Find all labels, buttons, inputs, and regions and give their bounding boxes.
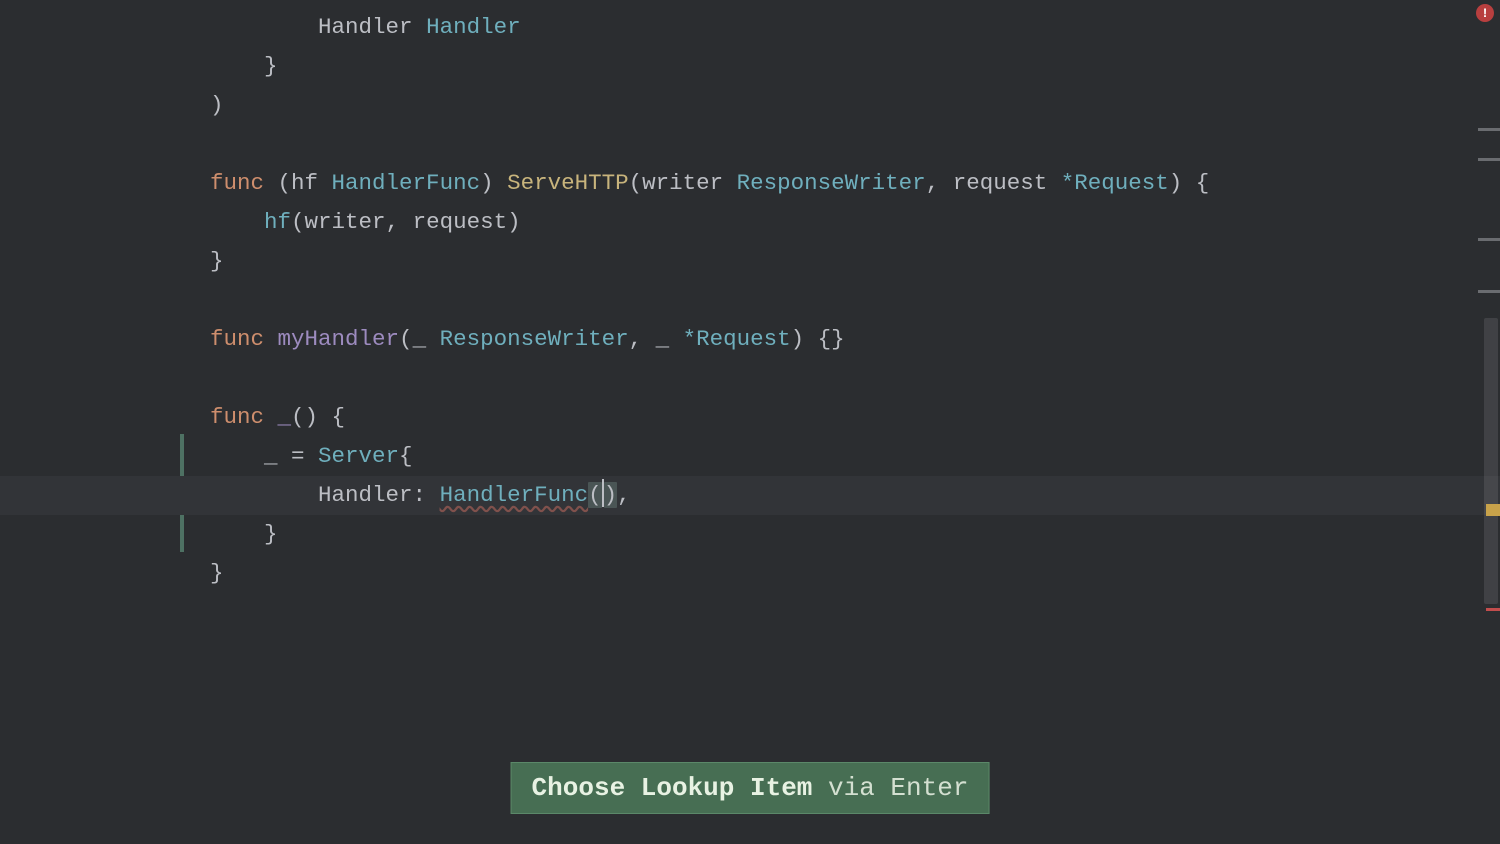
code-editor[interactable]: Handler Handler } ) func (hf HandlerFunc… (0, 0, 1500, 844)
method-name: ServeHTTP (507, 170, 629, 196)
paren: ) (210, 92, 224, 118)
receiver-name: hf (291, 170, 332, 196)
code-line: } (0, 515, 1500, 554)
comma: , (617, 482, 631, 508)
paren-matched: ) (604, 482, 618, 508)
code-line: ) (0, 86, 1500, 125)
indent (210, 14, 318, 40)
func-name: myHandler (278, 326, 400, 352)
keyword-func: func (210, 326, 278, 352)
code-line: } (0, 242, 1500, 281)
brace: { (399, 443, 413, 469)
code-line-cursor: Handler: HandlerFunc(), (0, 476, 1500, 515)
brace: } (210, 248, 224, 274)
overview-mark (1478, 128, 1500, 131)
code-line: func myHandler(_ ResponseWriter, _ *Requ… (0, 320, 1500, 359)
indent (210, 521, 264, 547)
comma: , (386, 209, 413, 235)
overview-mark (1478, 158, 1500, 161)
code-line-blank (0, 125, 1500, 164)
param-name: _ (413, 326, 440, 352)
code-line: } (0, 554, 1500, 593)
code-line: hf(writer, request) (0, 203, 1500, 242)
indent (210, 53, 264, 79)
paren: ( (291, 209, 305, 235)
paren-matched: ( (588, 482, 602, 508)
code-line: func (hf HandlerFunc) ServeHTTP(writer R… (0, 164, 1500, 203)
param-type: ResponseWriter (440, 326, 629, 352)
code-line: func _() { (0, 398, 1500, 437)
indent (210, 443, 264, 469)
param-type: *Request (1061, 170, 1169, 196)
indent (210, 482, 318, 508)
keyword-func: func (210, 404, 278, 430)
call-ref: hf (264, 209, 291, 235)
param-type: *Request (683, 326, 791, 352)
brace: ) { (1169, 170, 1210, 196)
field-name: Handler: (318, 482, 440, 508)
code-line-blank (0, 281, 1500, 320)
brace: } (210, 560, 224, 586)
param-name: request (953, 170, 1061, 196)
brace: ) {} (791, 326, 845, 352)
func-name: _ (278, 404, 292, 430)
paren: ) (480, 170, 507, 196)
paren: ( (629, 170, 643, 196)
code-line: _ = Server{ (0, 437, 1500, 476)
arg: writer (305, 209, 386, 235)
scrollbar-overview[interactable] (1476, 0, 1500, 844)
receiver-type: HandlerFunc (332, 170, 481, 196)
overview-warning-mark (1486, 504, 1500, 516)
comma: , (629, 326, 656, 352)
overview-mark (1478, 290, 1500, 293)
overview-mark (1478, 238, 1500, 241)
overview-error-mark (1486, 608, 1500, 611)
tooltip-text: via Enter (812, 773, 968, 803)
code-line-blank (0, 359, 1500, 398)
param-type: ResponseWriter (737, 170, 926, 196)
brace: } (264, 521, 278, 547)
field-name: Handler (318, 14, 426, 40)
comma: , (926, 170, 953, 196)
paren: ( (399, 326, 413, 352)
scrollbar-thumb[interactable] (1484, 318, 1498, 604)
type-ref: Server (318, 443, 399, 469)
type-ref-underlined: HandlerFunc (440, 482, 589, 508)
code-line: Handler Handler (0, 8, 1500, 47)
hint-tooltip: Choose Lookup Item via Enter (511, 762, 990, 814)
keyword-func: func (210, 170, 278, 196)
code-line: } (0, 47, 1500, 86)
brace: () { (291, 404, 345, 430)
paren: ) (507, 209, 521, 235)
paren: ( (278, 170, 292, 196)
text-cursor (602, 479, 604, 507)
brace: } (264, 53, 278, 79)
tooltip-strong-text: Choose Lookup Item (532, 773, 813, 803)
arg: request (413, 209, 508, 235)
param-name: writer (642, 170, 737, 196)
type-ref: Handler (426, 14, 521, 40)
param-name: _ (656, 326, 683, 352)
indent (210, 209, 264, 235)
assign: _ = (264, 443, 318, 469)
